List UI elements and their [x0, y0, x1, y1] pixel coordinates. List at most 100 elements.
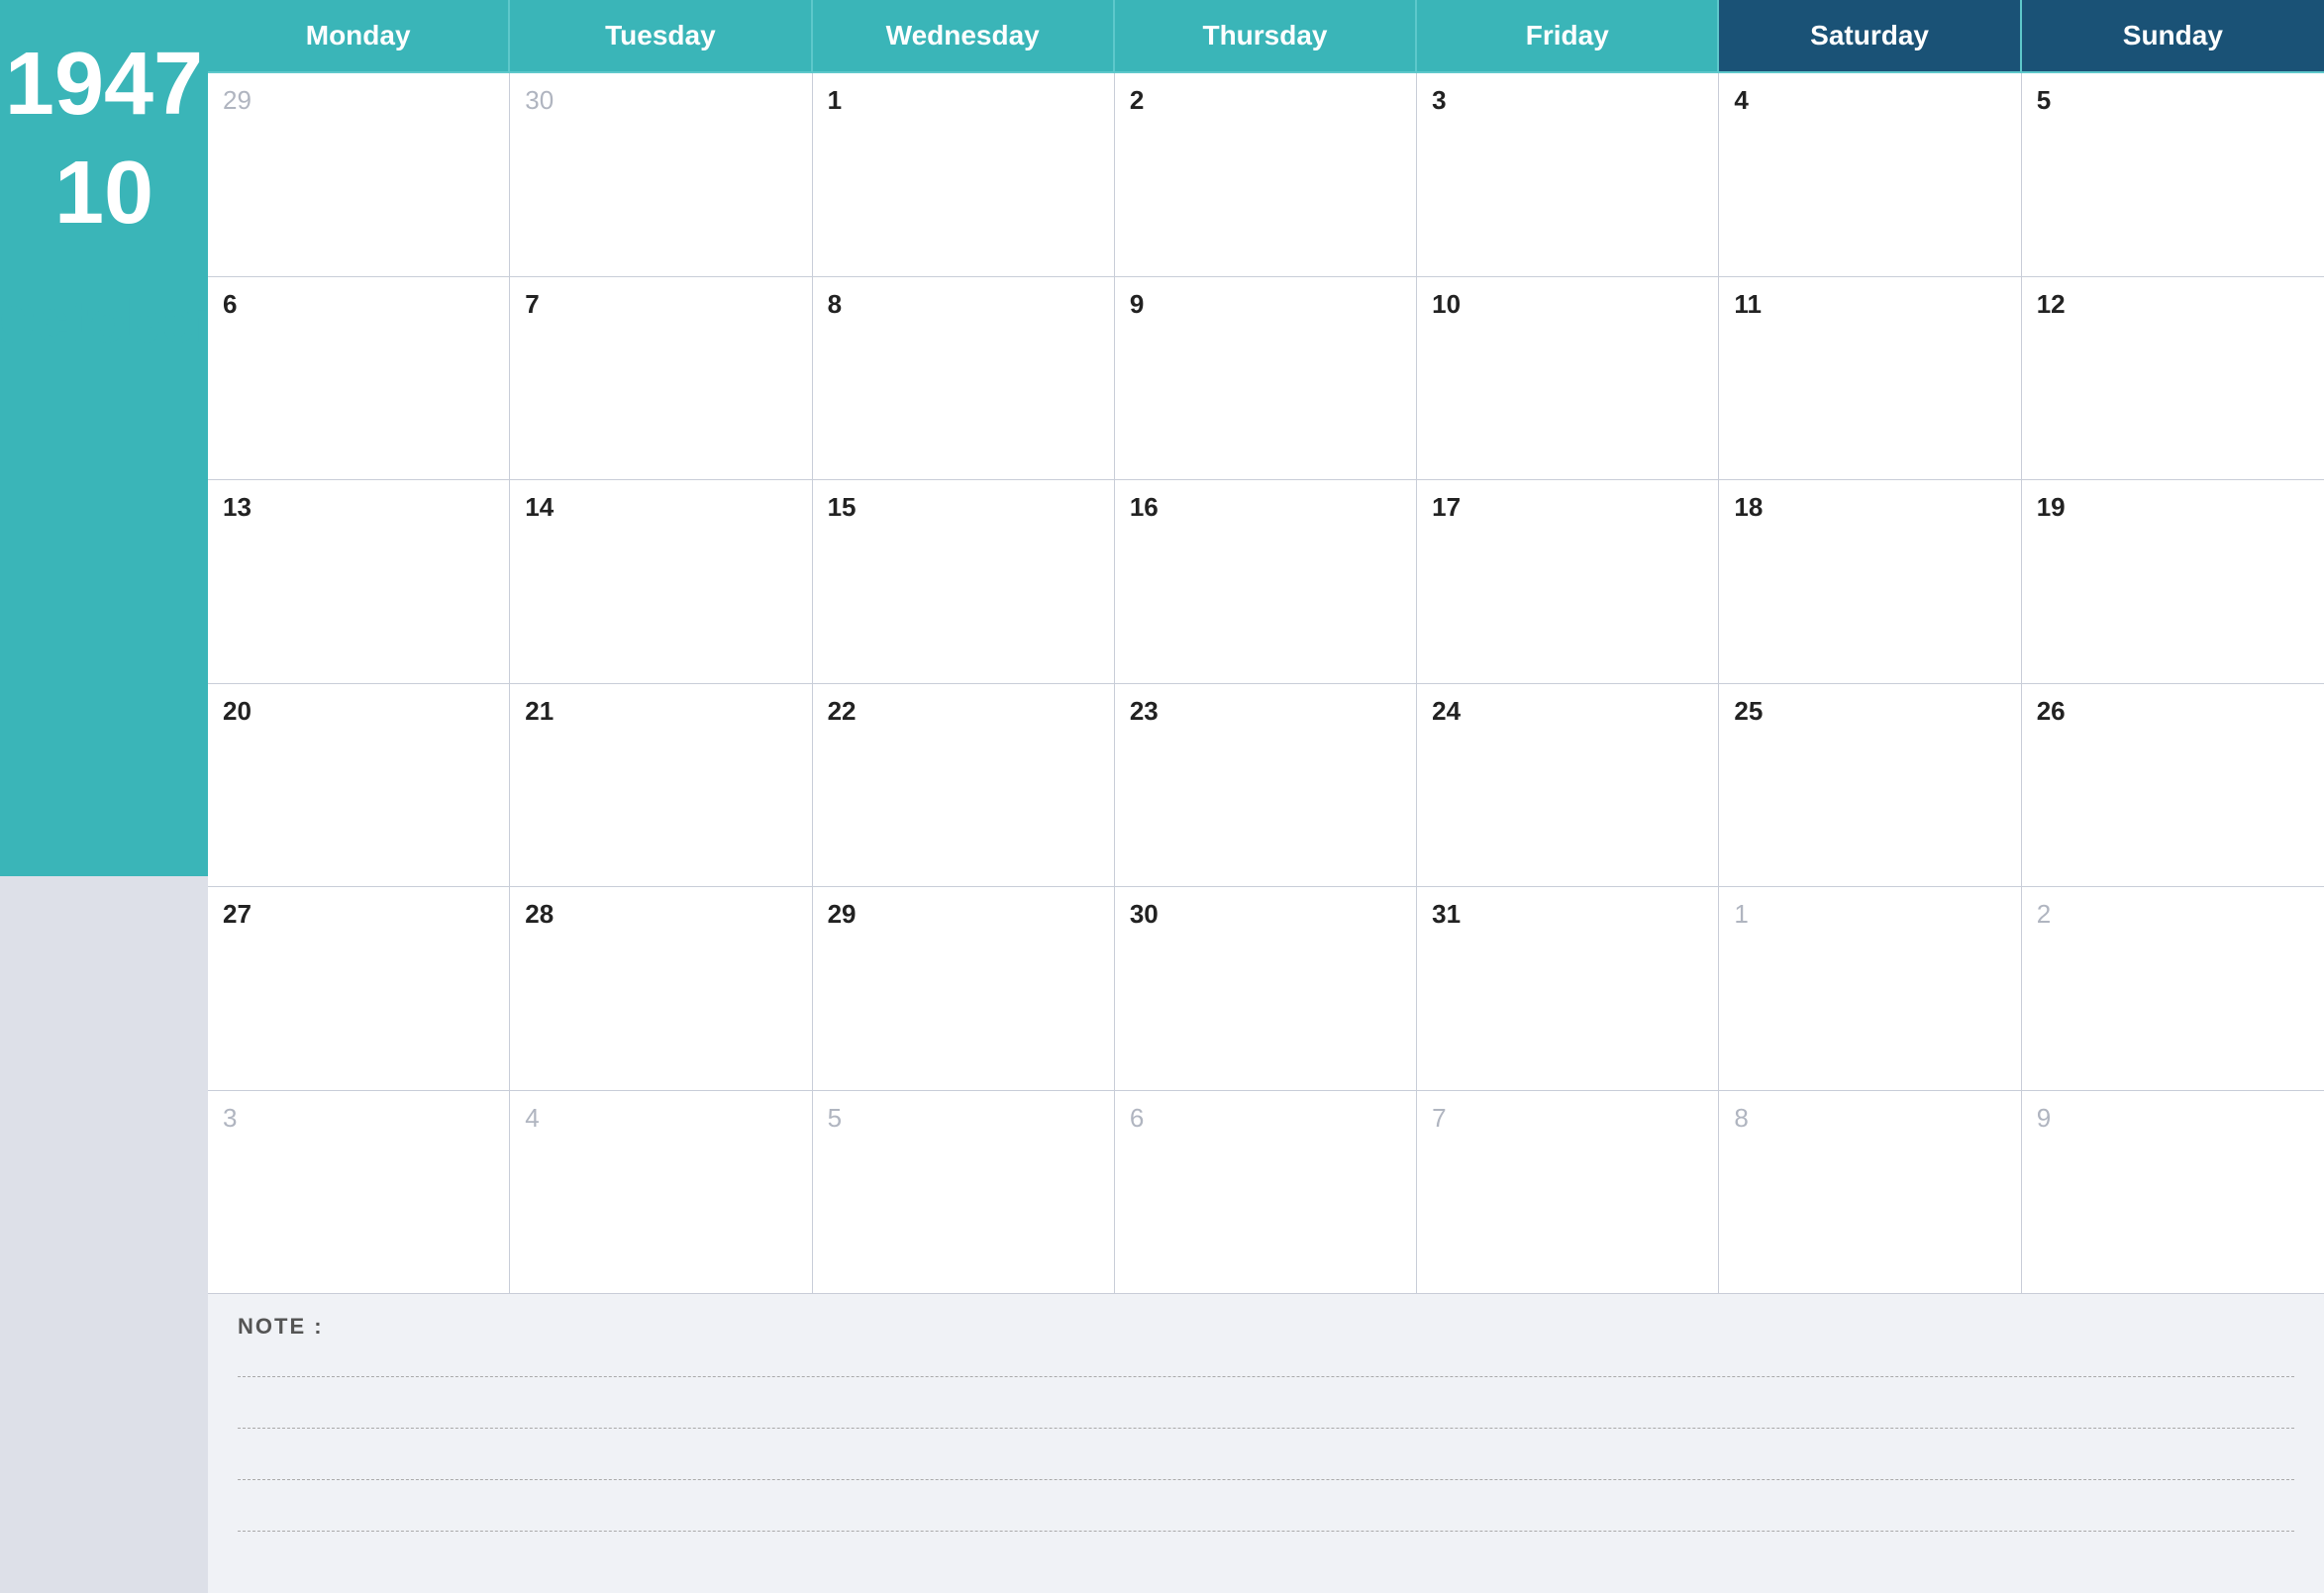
- day-cell[interactable]: 2: [1115, 73, 1417, 277]
- day-cell[interactable]: 13: [208, 480, 510, 684]
- day-number: 11: [1734, 289, 1762, 319]
- day-number: 8: [1734, 1103, 1748, 1133]
- day-number: 26: [2037, 696, 2066, 726]
- day-cell[interactable]: 1: [1719, 887, 2021, 1091]
- day-cell[interactable]: 3: [208, 1091, 510, 1295]
- day-cell[interactable]: 8: [813, 277, 1115, 481]
- day-cell[interactable]: 1: [813, 73, 1115, 277]
- day-number: 7: [1432, 1103, 1446, 1133]
- day-number: 21: [525, 696, 554, 726]
- day-cell[interactable]: 5: [813, 1091, 1115, 1295]
- day-number: 22: [828, 696, 857, 726]
- day-cell[interactable]: 18: [1719, 480, 2021, 684]
- header-row: MondayTuesdayWednesdayThursdayFridaySatu…: [208, 0, 2324, 73]
- week-row-6: 3 4 5 6 7 8 9: [208, 1091, 2324, 1295]
- day-cell[interactable]: 29: [813, 887, 1115, 1091]
- sidebar-month-number: 10: [54, 149, 153, 238]
- day-cell[interactable]: 23: [1115, 684, 1417, 888]
- sidebar-month-name: October: [0, 287, 218, 355]
- day-cell[interactable]: 26: [2022, 684, 2324, 888]
- day-number: 29: [828, 899, 857, 929]
- day-number: 16: [1130, 492, 1159, 522]
- header-cell-tuesday: Tuesday: [510, 0, 812, 73]
- day-number: 29: [223, 85, 252, 115]
- day-cell[interactable]: 22: [813, 684, 1115, 888]
- day-cell[interactable]: 12: [2022, 277, 2324, 481]
- day-cell[interactable]: 28: [510, 887, 812, 1091]
- day-number: 1: [828, 85, 842, 115]
- header-cell-saturday: Saturday: [1719, 0, 2021, 73]
- day-cell[interactable]: 14: [510, 480, 812, 684]
- header-cell-wednesday: Wednesday: [813, 0, 1115, 73]
- day-cell[interactable]: 11: [1719, 277, 2021, 481]
- day-cell[interactable]: 24: [1417, 684, 1719, 888]
- day-cell[interactable]: 31: [1417, 887, 1719, 1091]
- note-line-4: [238, 1502, 2294, 1532]
- day-number: 3: [1432, 85, 1446, 115]
- day-cell[interactable]: 6: [208, 277, 510, 481]
- header-cell-friday: Friday: [1417, 0, 1719, 73]
- day-cell[interactable]: 4: [1719, 73, 2021, 277]
- day-number: 27: [223, 899, 252, 929]
- day-cell[interactable]: 16: [1115, 480, 1417, 684]
- day-cell[interactable]: 3: [1417, 73, 1719, 277]
- week-row-4: 20 21 22 23 24 25 26: [208, 684, 2324, 888]
- week-row-1: 29 30 1 2 3 4 5: [208, 73, 2324, 277]
- day-number: 8: [828, 289, 842, 319]
- header-cell-monday: Monday: [208, 0, 510, 73]
- day-cell[interactable]: 8: [1719, 1091, 2021, 1295]
- day-cell[interactable]: 30: [1115, 887, 1417, 1091]
- day-number: 18: [1734, 492, 1763, 522]
- day-cell[interactable]: 9: [1115, 277, 1417, 481]
- day-number: 19: [2037, 492, 2066, 522]
- day-number: 6: [223, 289, 237, 319]
- note-line-2: [238, 1399, 2294, 1429]
- day-number: 20: [223, 696, 252, 726]
- notes-section: NOTE :: [208, 1294, 2324, 1593]
- header-cell-thursday: Thursday: [1115, 0, 1417, 73]
- day-cell[interactable]: 5: [2022, 73, 2324, 277]
- day-number: 17: [1432, 492, 1461, 522]
- day-number: 4: [525, 1103, 539, 1133]
- day-cell[interactable]: 4: [510, 1091, 812, 1295]
- day-cell[interactable]: 10: [1417, 277, 1719, 481]
- day-cell[interactable]: 21: [510, 684, 812, 888]
- day-cell[interactable]: 15: [813, 480, 1115, 684]
- day-cell[interactable]: 19: [2022, 480, 2324, 684]
- day-number: 9: [2037, 1103, 2051, 1133]
- day-number: 9: [1130, 289, 1144, 319]
- day-cell[interactable]: 27: [208, 887, 510, 1091]
- day-number: 13: [223, 492, 252, 522]
- day-number: 5: [828, 1103, 842, 1133]
- day-cell[interactable]: 6: [1115, 1091, 1417, 1295]
- day-number: 7: [525, 289, 539, 319]
- day-number: 4: [1734, 85, 1748, 115]
- note-label: NOTE :: [238, 1314, 2294, 1340]
- day-cell[interactable]: 30: [510, 73, 812, 277]
- day-cell[interactable]: 29: [208, 73, 510, 277]
- day-number: 12: [2037, 289, 2066, 319]
- day-cell[interactable]: 25: [1719, 684, 2021, 888]
- weeks-container: 2930123456789101112131415161718192021222…: [208, 73, 2324, 1294]
- day-number: 14: [525, 492, 554, 522]
- day-number: 25: [1734, 696, 1763, 726]
- day-cell[interactable]: 17: [1417, 480, 1719, 684]
- day-number: 23: [1130, 696, 1159, 726]
- day-cell[interactable]: 7: [1417, 1091, 1719, 1295]
- day-number: 15: [828, 492, 857, 522]
- sidebar: 1947 10 October: [0, 0, 208, 1593]
- week-row-5: 27 28 29 30 31 1 2: [208, 887, 2324, 1091]
- calendar-container: 1947 10 October MondayTuesdayWednesdayTh…: [0, 0, 2324, 1593]
- day-number: 6: [1130, 1103, 1144, 1133]
- day-cell[interactable]: 20: [208, 684, 510, 888]
- day-cell[interactable]: 9: [2022, 1091, 2324, 1295]
- day-cell[interactable]: 7: [510, 277, 812, 481]
- day-number: 1: [1734, 899, 1748, 929]
- day-number: 3: [223, 1103, 237, 1133]
- day-number: 28: [525, 899, 554, 929]
- day-number: 2: [1130, 85, 1144, 115]
- day-cell[interactable]: 2: [2022, 887, 2324, 1091]
- day-number: 31: [1432, 899, 1461, 929]
- day-number: 30: [525, 85, 554, 115]
- day-number: 30: [1130, 899, 1159, 929]
